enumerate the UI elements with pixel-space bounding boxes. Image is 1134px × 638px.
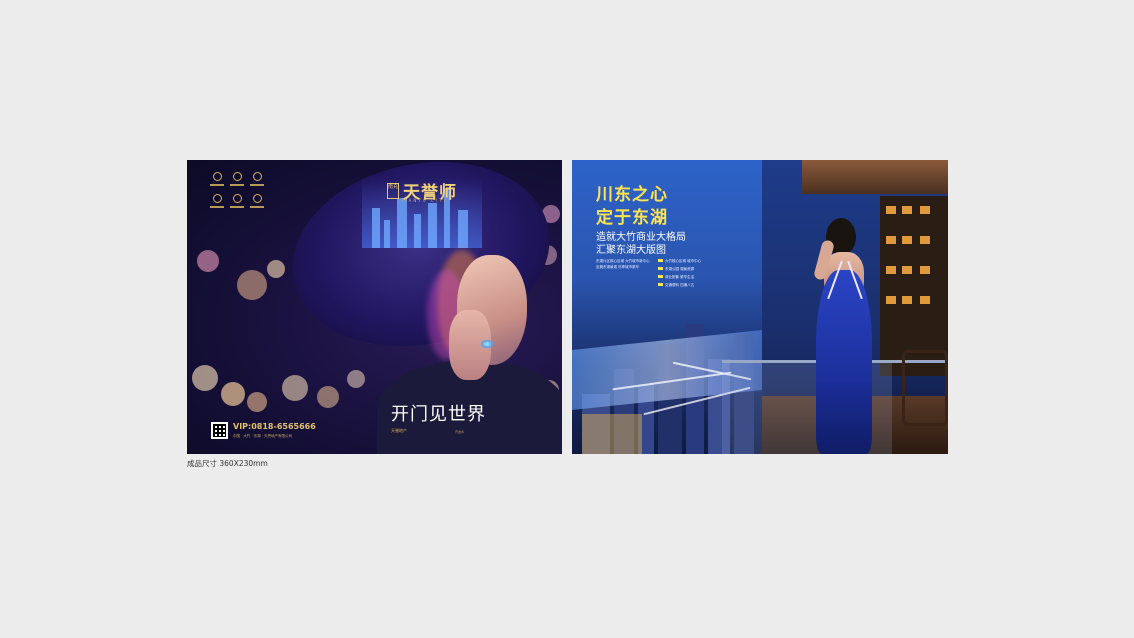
size-caption: 成品尺寸 360X230mm xyxy=(187,459,268,468)
bokeh-light xyxy=(247,392,267,412)
adjacent-building xyxy=(880,196,948,376)
bullet-icon xyxy=(658,267,663,270)
partner-logo xyxy=(207,172,227,186)
bullet-icon xyxy=(658,283,663,286)
feature-item: 交通便利 四通八达 xyxy=(658,282,720,288)
bokeh-light xyxy=(282,375,308,401)
left-brochure: 南充 天誉师 TIANYU CITY 开门见世界 VIP:0818-656566… xyxy=(187,160,562,454)
qr-code-icon xyxy=(211,422,228,439)
vip-subtext: 中国 · 大竹 · 东湖 · 天誉地产有限公司 xyxy=(233,434,293,438)
blue-gown xyxy=(816,270,872,454)
chair xyxy=(902,350,948,426)
bokeh-light xyxy=(267,260,285,278)
balcony-ceiling xyxy=(802,160,948,194)
right-brochure: 川东之心 定于东湖 造就大竹商业大格局 汇聚东湖大版图 东湖片区核心区域 大竹城… xyxy=(572,160,948,454)
slogan: 开门见世界 xyxy=(391,404,486,425)
subheadline-line-2: 汇聚东湖大版图 xyxy=(596,245,666,256)
partner-logo xyxy=(247,172,267,186)
bokeh-light xyxy=(237,270,267,300)
bokeh-light xyxy=(221,382,245,406)
feature-list: 大竹核心区域 城市中心 东湖公园 湖景资源 商业配套 繁华生活 交通便利 四通八… xyxy=(658,258,720,290)
partner-logo xyxy=(247,194,267,208)
vip-hotline: VIP:0818-6565666 xyxy=(233,422,316,431)
developer-label: 开发商 xyxy=(455,430,465,434)
headline-line-2: 定于东湖 xyxy=(596,208,668,228)
brand-subtitle: TIANYU CITY xyxy=(401,198,448,203)
ring-icon xyxy=(481,340,493,348)
partner-logo xyxy=(227,172,247,186)
partner-logo xyxy=(227,194,247,208)
body-copy: 东湖片区核心区域 大竹城市新中心 坐拥东湖景观 尽享城市繁华 xyxy=(596,259,650,269)
partner-logos xyxy=(207,172,267,208)
bokeh-light xyxy=(347,370,365,388)
feature-item: 东湖公园 湖景资源 xyxy=(658,266,720,272)
feature-item: 大竹核心区域 城市中心 xyxy=(658,258,720,264)
bullet-icon xyxy=(658,259,663,262)
bokeh-light xyxy=(317,386,339,408)
bullet-icon xyxy=(658,275,663,278)
bokeh-light xyxy=(192,365,218,391)
feature-item: 商业配套 繁华生活 xyxy=(658,274,720,280)
brand-seal: 南充 xyxy=(387,182,399,199)
developer-logo: 天誉地产 xyxy=(391,428,407,433)
headline-line-1: 川东之心 xyxy=(596,185,668,205)
bokeh-light xyxy=(197,250,219,272)
partner-logo xyxy=(207,194,227,208)
